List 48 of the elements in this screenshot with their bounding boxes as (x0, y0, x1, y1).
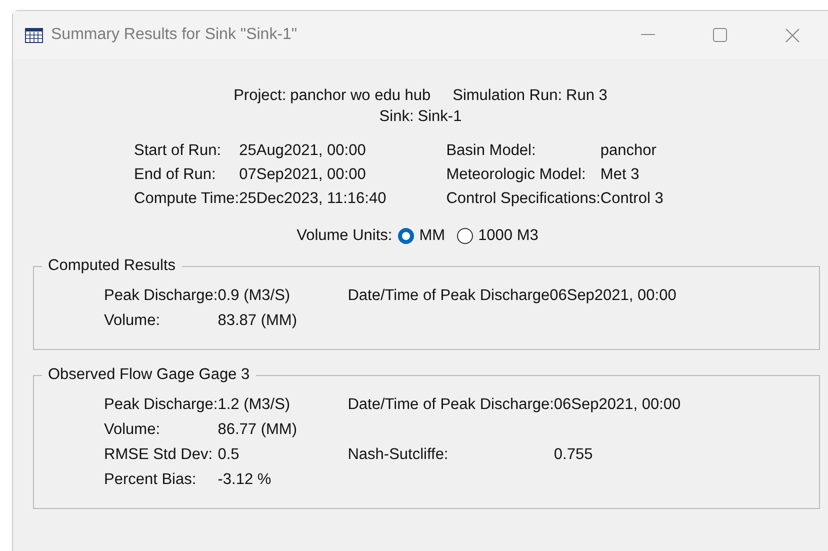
field-label: Percent Bias: (104, 470, 198, 490)
field-label: Control Specifications: (446, 189, 600, 209)
field-value: Sink-1 (418, 107, 462, 127)
radio-label[interactable]: 1000 M3 (478, 227, 538, 245)
field-label: Simulation Run: (452, 86, 562, 106)
field-label: Peak Discharge: (104, 395, 218, 415)
field-label: Basin Model: (446, 141, 537, 161)
field-label: Date/Time of Peak Discharge: (348, 395, 554, 415)
field-value: Control 3 (600, 189, 664, 209)
field-value: 06Sep2021, 00:00 (550, 286, 676, 306)
field-label: RMSE Std Dev: (104, 445, 214, 465)
radio-button[interactable] (457, 228, 474, 244)
field-value: 25Dec2023, 11:16:40 (239, 189, 386, 209)
field-value: -3.12 % (218, 470, 272, 490)
field-label: Volume: (104, 420, 162, 440)
group-title: Observed Flow Gage Gage 3 (47, 366, 251, 384)
window-title: Summary Results for Sink "Sink-1" (51, 26, 298, 44)
field-label: End of Run: (134, 165, 217, 185)
field-label: Project: (234, 86, 286, 106)
field-value: panchor (600, 141, 658, 161)
field-value: 83.87 (MM) (218, 311, 298, 331)
field-label: Peak Discharge: (104, 286, 218, 306)
field-value: panchor wo edu hub (290, 86, 431, 106)
table-icon (25, 28, 43, 42)
field-value: Run 3 (566, 86, 608, 106)
field-value: 86.77 (MM) (218, 420, 298, 440)
field-label: Volume Units: (296, 227, 392, 245)
field-label: Start of Run: (134, 141, 222, 161)
radio-button[interactable] (398, 228, 414, 244)
radio-label[interactable]: MM (419, 227, 446, 245)
field-label: Date/Time of Peak Discharge (348, 286, 550, 306)
field-label: Sink: (379, 107, 414, 127)
group-title: Computed Results (47, 257, 177, 275)
field-value: Met 3 (600, 165, 640, 185)
field-value: 0.755 (554, 445, 594, 465)
field-label: Volume: (104, 311, 162, 331)
field-label: Compute Time: (134, 189, 240, 209)
minimize-icon[interactable] (641, 34, 655, 36)
maximize-icon[interactable] (713, 28, 727, 42)
close-icon[interactable] (784, 28, 800, 42)
field-value: 1.2 (M3/S) (218, 395, 292, 415)
field-value: 25Aug2021, 00:00 (239, 141, 367, 161)
field-label: Meteorologic Model: (446, 165, 587, 185)
field-value: 0.5 (218, 445, 240, 465)
field-value: 0.9 (M3/S) (218, 286, 292, 306)
field-value: 06Sep2021, 00:00 (554, 395, 681, 415)
field-value: 07Sep2021, 00:00 (239, 165, 367, 185)
field-label: Nash-Sutcliffe: (348, 445, 450, 465)
